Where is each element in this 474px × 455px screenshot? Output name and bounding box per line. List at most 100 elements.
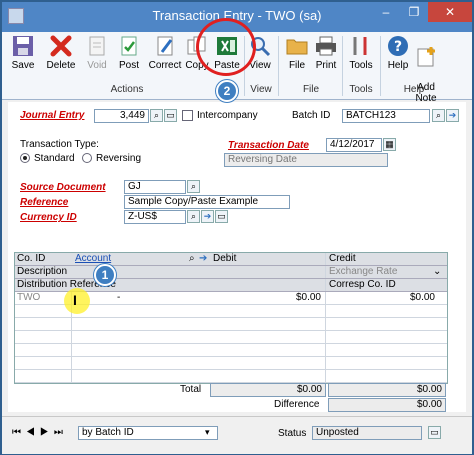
group-label-view: View bbox=[250, 84, 272, 95]
row-credit[interactable]: $0.00 bbox=[327, 292, 437, 305]
col-debit: Debit bbox=[213, 253, 237, 264]
status-label: Status bbox=[278, 428, 307, 439]
reversing-radio[interactable] bbox=[82, 153, 92, 163]
transaction-date-label[interactable]: Transaction Date bbox=[228, 140, 309, 151]
expand-arrow-icon[interactable]: ➔ bbox=[446, 109, 459, 122]
void-document-icon bbox=[89, 36, 105, 56]
group-label-tools: Tools bbox=[349, 84, 373, 95]
col-corresp-co-id: Corresp Co. ID bbox=[329, 279, 396, 290]
correct-button[interactable]: Correct bbox=[148, 34, 182, 78]
file-menu-button[interactable]: File bbox=[285, 34, 309, 78]
col-co-id[interactable]: Co. ID bbox=[15, 253, 55, 266]
print-button[interactable]: Print bbox=[314, 34, 338, 78]
tools-icon bbox=[353, 37, 367, 55]
tools-menu-button[interactable]: Tools bbox=[348, 34, 374, 78]
group-separator bbox=[278, 36, 279, 96]
col-account[interactable]: Account bbox=[73, 253, 123, 266]
divider bbox=[71, 370, 72, 382]
row-co-id[interactable]: TWO bbox=[15, 292, 55, 305]
restore-button[interactable]: ❐ bbox=[400, 2, 428, 22]
standard-radio[interactable] bbox=[20, 153, 30, 163]
close-button[interactable]: ✕ bbox=[428, 2, 472, 22]
add-note-icon bbox=[417, 47, 435, 67]
source-document-field[interactable]: GJ bbox=[124, 180, 186, 194]
cursor-highlight bbox=[64, 288, 90, 314]
minimize-button[interactable]: – bbox=[372, 2, 400, 22]
callout-badge-1: 1 bbox=[94, 264, 116, 286]
note-icon[interactable]: ▭ bbox=[215, 210, 228, 223]
divider bbox=[325, 344, 326, 356]
expand-rows-icon[interactable]: ⌄ bbox=[431, 266, 447, 279]
reversing-label: Reversing bbox=[96, 153, 142, 164]
printer-icon bbox=[316, 36, 336, 56]
divider bbox=[71, 318, 72, 330]
calendar-icon[interactable]: ▦ bbox=[383, 138, 396, 151]
currency-id-field[interactable]: Z-US$ bbox=[124, 210, 186, 224]
currency-id-label[interactable]: Currency ID bbox=[20, 212, 77, 223]
footer-bar: ⏮◀▶⏭ by Batch ID ▾ Status Unposted ▭ bbox=[2, 416, 472, 454]
delete-x-icon bbox=[50, 35, 72, 57]
table-row[interactable] bbox=[15, 331, 447, 344]
lookup-icon[interactable]: ⌕ bbox=[432, 109, 445, 122]
help-menu-button[interactable]: ? Help bbox=[386, 34, 410, 78]
divider bbox=[71, 344, 72, 356]
record-navigation[interactable]: ⏮◀▶⏭ bbox=[12, 427, 68, 438]
divider bbox=[325, 266, 326, 278]
folder-icon bbox=[286, 39, 308, 55]
total-label: Total bbox=[180, 384, 202, 395]
group-label-file: File bbox=[302, 84, 320, 95]
sort-select[interactable]: by Batch ID bbox=[78, 426, 218, 440]
save-icon bbox=[13, 36, 33, 56]
post-document-icon bbox=[121, 36, 137, 56]
col-exchange-rate: Exchange Rate bbox=[329, 266, 398, 277]
table-row[interactable] bbox=[15, 370, 447, 383]
row-account[interactable]: - bbox=[115, 292, 125, 305]
group-label-help: Help bbox=[403, 84, 425, 95]
reference-field[interactable]: Sample Copy/Paste Example bbox=[124, 195, 290, 209]
save-button[interactable]: Save bbox=[8, 34, 38, 78]
expand-arrow-icon[interactable]: ➔ bbox=[201, 210, 214, 223]
table-row[interactable] bbox=[15, 318, 447, 331]
divider bbox=[71, 357, 72, 369]
note-icon[interactable]: ▭ bbox=[428, 426, 441, 439]
table-row[interactable] bbox=[15, 344, 447, 357]
divider bbox=[325, 318, 326, 330]
chevron-down-icon[interactable]: ▾ bbox=[205, 427, 210, 438]
group-separator bbox=[380, 36, 381, 96]
difference-label: Difference bbox=[274, 399, 320, 410]
void-button[interactable]: Void bbox=[84, 34, 110, 78]
batch-id-label[interactable]: Batch ID bbox=[292, 110, 330, 121]
delete-button[interactable]: Delete bbox=[44, 34, 78, 78]
distribution-grid: Co. ID Account ⌕ ➔ Debit Credit Descript… bbox=[14, 252, 448, 384]
transaction-type-label: Transaction Type: bbox=[20, 139, 99, 150]
text-cursor-icon: I bbox=[73, 292, 77, 308]
intercompany-checkbox[interactable] bbox=[182, 110, 193, 121]
transaction-entry-window: Transaction Entry - TWO (sa) – ❐ ✕ Save … bbox=[0, 0, 474, 455]
note-icon[interactable]: ▭ bbox=[164, 109, 177, 122]
col-description: Description bbox=[17, 266, 68, 277]
difference-field: $0.00 bbox=[328, 398, 446, 412]
help-icon: ? bbox=[388, 36, 408, 56]
journal-entry-label[interactable]: Journal Entry bbox=[20, 110, 84, 121]
lookup-icon[interactable]: ⌕ bbox=[187, 180, 200, 193]
add-note-button[interactable]: Add Note bbox=[412, 34, 440, 104]
lookup-icon[interactable]: ⌕ bbox=[150, 109, 163, 122]
reference-label[interactable]: Reference bbox=[20, 197, 68, 208]
row-debit[interactable]: $0.00 bbox=[211, 292, 323, 305]
divider bbox=[325, 292, 326, 304]
journal-entry-field[interactable]: 3,449 bbox=[94, 109, 149, 123]
batch-id-field[interactable]: BATCH123 bbox=[342, 109, 430, 123]
post-button[interactable]: Post bbox=[116, 34, 142, 78]
divider bbox=[325, 357, 326, 369]
divider bbox=[325, 253, 326, 265]
transaction-date-field[interactable]: 4/12/2017 bbox=[326, 138, 382, 152]
lookup-icon[interactable]: ⌕ bbox=[187, 210, 200, 223]
source-document-label[interactable]: Source Document bbox=[20, 182, 106, 193]
table-row[interactable] bbox=[15, 357, 447, 370]
col-credit: Credit bbox=[329, 253, 356, 264]
grid-header-row: Co. ID Account ⌕ ➔ Debit Credit bbox=[15, 253, 447, 266]
group-separator bbox=[342, 36, 343, 96]
total-debit-field: $0.00 bbox=[210, 383, 326, 397]
group-label-actions: Actions bbox=[110, 84, 144, 95]
highlight-ring bbox=[196, 18, 256, 76]
